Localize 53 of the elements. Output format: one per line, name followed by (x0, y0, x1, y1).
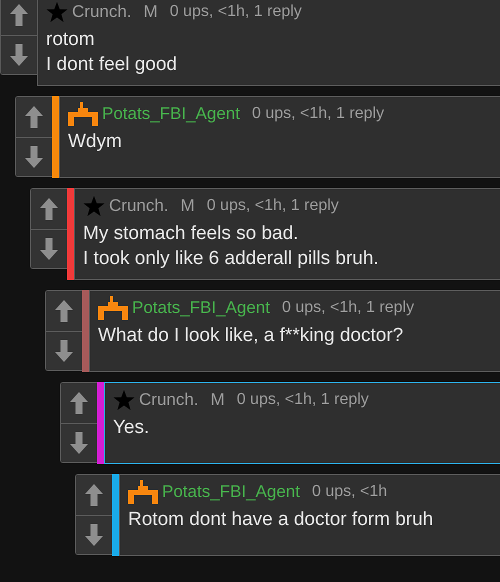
comment-meta: 0 ups, <1h, 1 reply (252, 105, 384, 123)
comment-text: Rotom dont have a doctor form bruh (128, 508, 434, 532)
down-arrow-icon (84, 523, 104, 547)
downvote-button[interactable] (16, 137, 52, 176)
star-icon (46, 1, 68, 23)
author-name[interactable]: Potats_FBI_Agent (162, 482, 300, 502)
star-icon (113, 389, 135, 411)
comment-text: My stomach feels so bad. (83, 222, 300, 246)
author-name[interactable]: Potats_FBI_Agent (132, 298, 270, 318)
comment-meta: 0 ups, <1h (312, 483, 388, 501)
author-name[interactable]: Crunch. (72, 2, 132, 22)
downvote-button[interactable] (76, 515, 112, 554)
comment-text: I dont feel good (46, 53, 178, 77)
arch-icon (98, 296, 128, 320)
upvote-button[interactable] (46, 291, 82, 331)
comment-text: rotom (46, 28, 96, 52)
down-arrow-icon (9, 43, 29, 67)
comment-meta: 0 ups, <1h, 1 reply (170, 3, 302, 21)
upvote-button[interactable] (76, 475, 112, 515)
up-arrow-icon (54, 299, 74, 323)
up-arrow-icon (9, 3, 29, 27)
comment-meta: 0 ups, <1h, 1 reply (206, 197, 339, 215)
author-name[interactable]: Crunch. (139, 390, 199, 410)
up-arrow-icon (69, 391, 89, 415)
user-flag-label: M (180, 196, 195, 216)
upvote-button[interactable] (1, 0, 37, 35)
upvote-button[interactable] (31, 189, 67, 229)
star-icon (83, 195, 105, 217)
downvote-button[interactable] (1, 35, 37, 74)
upvote-button[interactable] (16, 97, 52, 137)
upvote-button[interactable] (61, 383, 97, 423)
down-arrow-icon (69, 431, 89, 455)
comment-meta: 0 ups, <1h, 1 reply (282, 299, 414, 317)
up-arrow-icon (39, 197, 59, 221)
up-arrow-icon (24, 105, 44, 129)
comment-text: What do I look like, a f**king doctor? (98, 324, 404, 348)
author-name[interactable]: Crunch. (109, 196, 169, 216)
up-arrow-icon (84, 483, 104, 507)
arch-icon (128, 480, 158, 504)
user-flag-label: M (210, 390, 225, 410)
arch-icon (68, 102, 98, 126)
downvote-button[interactable] (31, 229, 67, 268)
comment-text: I took only like 6 adderall pills bruh. (83, 247, 380, 271)
comment-text: Wdym (68, 130, 123, 154)
comment-text: Yes. (113, 416, 150, 440)
down-arrow-icon (54, 339, 74, 363)
user-flag-label: M (144, 2, 158, 22)
author-name[interactable]: Potats_FBI_Agent (102, 104, 240, 124)
comment-meta: 0 ups, <1h, 1 reply (236, 391, 369, 409)
down-arrow-icon (39, 237, 59, 261)
down-arrow-icon (24, 145, 44, 169)
downvote-button[interactable] (61, 423, 97, 462)
downvote-button[interactable] (46, 331, 82, 370)
